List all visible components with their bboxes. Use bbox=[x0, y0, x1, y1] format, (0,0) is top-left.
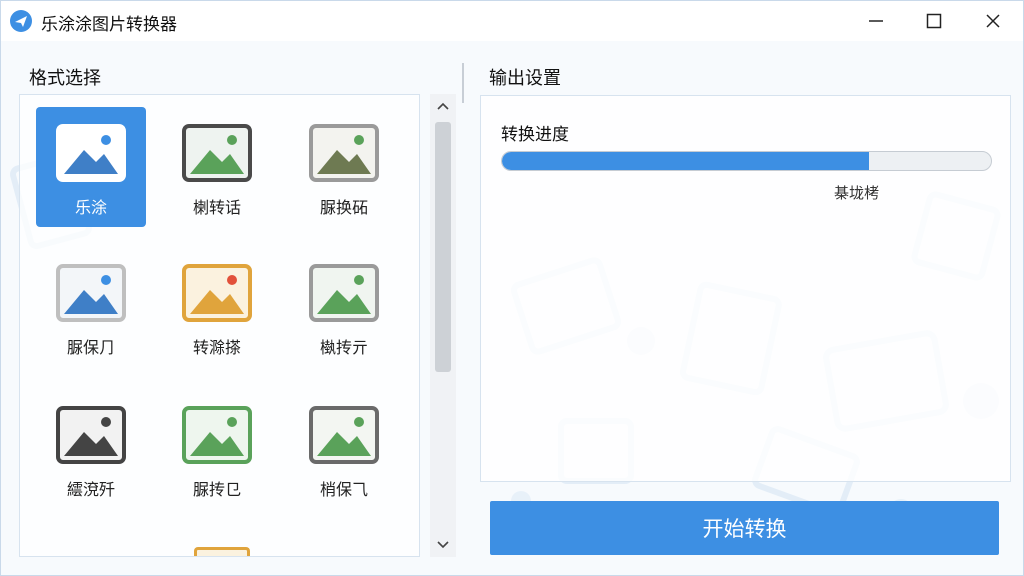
format-option-label: 脲抟⺋ bbox=[192, 480, 241, 499]
format-option[interactable]: 脲保⺆ bbox=[36, 247, 146, 367]
section-divider bbox=[462, 63, 464, 103]
title-bar: 乐涂涂图片转换器 bbox=[1, 1, 1023, 41]
scroll-thumb[interactable] bbox=[435, 122, 451, 372]
close-button[interactable] bbox=[964, 1, 1022, 41]
format-option-label: 繧渷歼 bbox=[66, 480, 115, 499]
format-option-label: 转滁搽 bbox=[192, 338, 241, 357]
format-scrollbar[interactable] bbox=[430, 94, 456, 557]
image-icon bbox=[309, 406, 379, 464]
format-option-label: 乐涂 bbox=[74, 198, 107, 217]
image-icon bbox=[182, 124, 252, 182]
format-grid: 乐涂 楋转话 脲换砳脲保⺆ 转滁搽 槸抟亓繧渷歼 脲抟⺋ 梢保⺄ bbox=[19, 94, 420, 557]
image-icon bbox=[56, 264, 126, 322]
window-title: 乐涂涂图片转换器 bbox=[41, 15, 177, 35]
format-option[interactable]: 脲抟⺋ bbox=[162, 389, 272, 509]
scroll-up-button[interactable] bbox=[430, 94, 456, 118]
maximize-icon bbox=[926, 13, 942, 29]
close-icon bbox=[986, 14, 1000, 28]
image-icon bbox=[309, 264, 379, 322]
format-option[interactable]: 槸抟亓 bbox=[289, 247, 399, 367]
format-option[interactable]: 梢保⺄ bbox=[289, 389, 399, 509]
format-option-label: 脲保⺆ bbox=[66, 338, 115, 357]
format-option[interactable]: 繧渷歼 bbox=[36, 389, 146, 509]
image-icon bbox=[56, 124, 126, 182]
image-icon bbox=[182, 406, 252, 464]
airplane-icon bbox=[10, 10, 32, 32]
image-icon bbox=[182, 264, 252, 322]
progress-label: 转换进度 bbox=[501, 125, 569, 145]
maximize-button[interactable] bbox=[905, 1, 963, 41]
format-option-label: 梢保⺄ bbox=[319, 480, 368, 499]
progress-fill bbox=[502, 152, 869, 170]
format-option-label: 脲换砳 bbox=[319, 198, 368, 217]
format-option-label: 槸抟亓 bbox=[319, 338, 368, 357]
app-window: 乐涂涂图片转换器 格式选择 输出设置 乐涂 楋转话 脲换砳脲保⺆ 转滁搽 槸抟亓繧渷歼 脲… bbox=[0, 0, 1024, 576]
format-option-label: 楋转话 bbox=[192, 198, 241, 217]
format-option[interactable]: 乐涂 bbox=[36, 107, 146, 227]
minimize-icon bbox=[869, 20, 883, 22]
chevron-down-icon bbox=[437, 541, 449, 549]
chevron-up-icon bbox=[437, 102, 449, 110]
start-convert-button[interactable]: 开始转换 bbox=[490, 501, 999, 555]
image-icon bbox=[309, 124, 379, 182]
format-option-partial[interactable] bbox=[194, 547, 250, 556]
progress-status: 棊垅栲 bbox=[834, 184, 880, 202]
format-option[interactable]: 楋转话 bbox=[162, 107, 272, 227]
minimize-button[interactable] bbox=[847, 1, 905, 41]
format-option[interactable]: 脲换砳 bbox=[289, 107, 399, 227]
scroll-down-button[interactable] bbox=[430, 533, 456, 557]
progress-bar bbox=[501, 151, 992, 171]
format-option[interactable]: 转滁搽 bbox=[162, 247, 272, 367]
format-section-title: 格式选择 bbox=[29, 68, 101, 89]
image-icon bbox=[56, 406, 126, 464]
output-settings-panel: 转换进度 棊垅栲 bbox=[480, 95, 1011, 482]
output-section-title: 输出设置 bbox=[489, 68, 561, 89]
